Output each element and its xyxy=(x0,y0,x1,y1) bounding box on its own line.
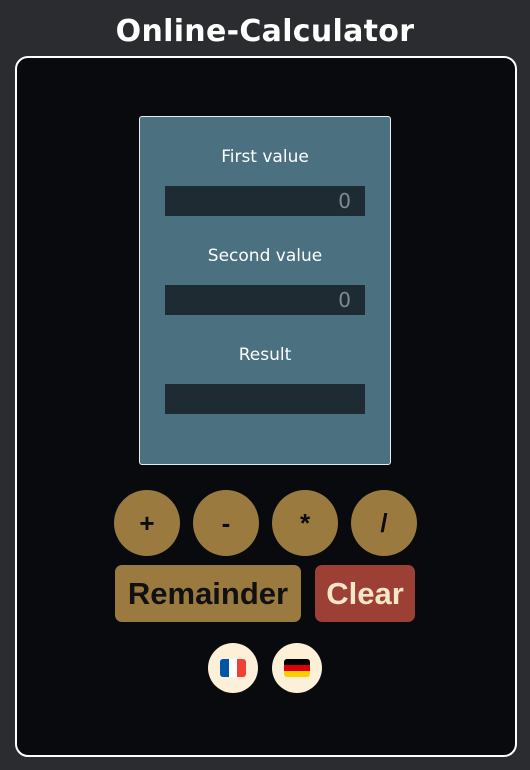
second-value-input[interactable] xyxy=(165,285,365,315)
german-flag-icon xyxy=(284,659,310,677)
first-value-label: First value xyxy=(221,147,309,167)
first-value-input[interactable] xyxy=(165,186,365,216)
subtract-button[interactable]: - xyxy=(193,490,259,556)
page: Online-Calculator First value Second val… xyxy=(0,0,530,770)
calculator-card: First value Second value Result + - * / … xyxy=(15,56,517,757)
flag-stripe xyxy=(220,659,229,677)
second-value-label: Second value xyxy=(207,246,323,266)
french-flag-icon xyxy=(220,659,246,677)
operation-buttons: + - * / xyxy=(114,490,418,556)
divide-button[interactable]: / xyxy=(351,490,417,556)
multiply-button[interactable]: * xyxy=(272,490,338,556)
result-label: Result xyxy=(238,345,292,365)
flag-stripe xyxy=(284,671,310,677)
french-language-button[interactable] xyxy=(208,643,258,693)
clear-button[interactable]: Clear xyxy=(315,565,415,622)
result-output xyxy=(165,384,365,414)
flag-stripe xyxy=(237,659,246,677)
german-language-button[interactable] xyxy=(272,643,322,693)
remainder-button[interactable]: Remainder xyxy=(115,565,301,622)
page-title: Online-Calculator xyxy=(115,14,415,49)
flag-stripe xyxy=(228,659,238,677)
add-button[interactable]: + xyxy=(114,490,180,556)
input-panel: First value Second value Result xyxy=(139,116,391,465)
